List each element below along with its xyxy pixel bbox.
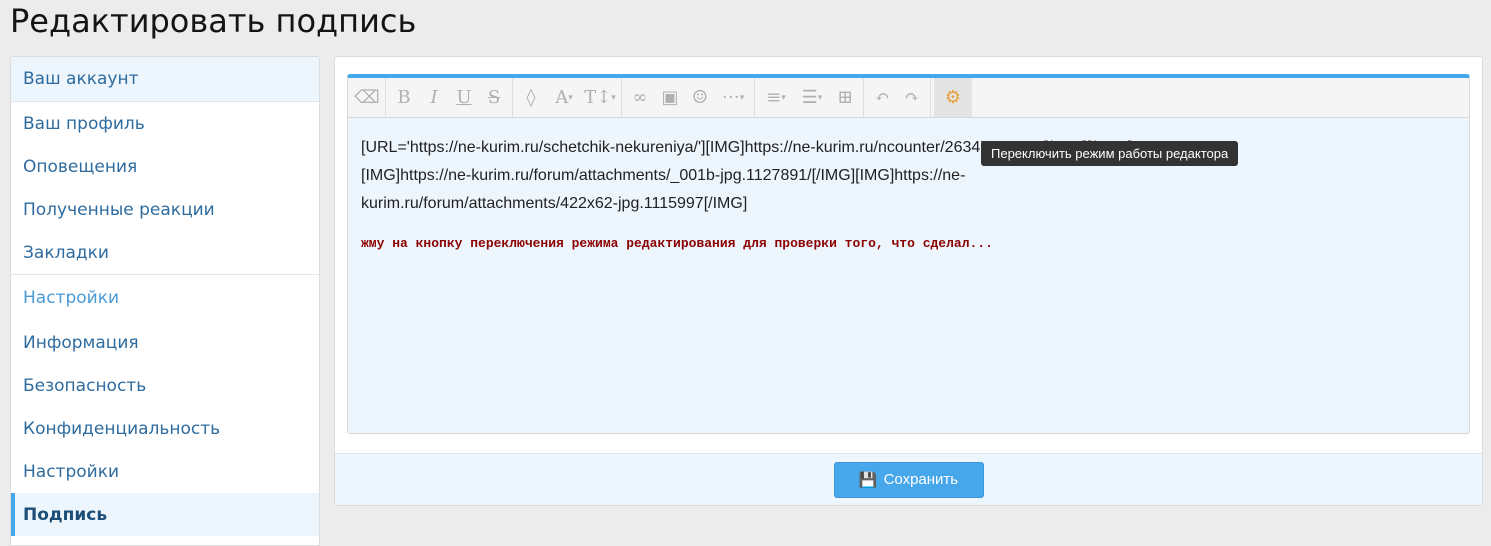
more-icon[interactable]: ⋯ ▾ xyxy=(715,78,751,117)
undo-icon[interactable]: ↶ xyxy=(867,78,897,117)
sidebar-item-security[interactable]: Безопасность xyxy=(11,364,319,407)
font-size-icon[interactable]: T↕ ▾ xyxy=(582,78,618,117)
editor-content[interactable]: [URL='https://ne-kurim.ru/schetchik-neku… xyxy=(348,118,1469,274)
save-icon: 💾 xyxy=(858,471,878,489)
underline-icon[interactable]: U xyxy=(449,78,479,117)
sidebar-item-reactions[interactable]: Полученные реакции xyxy=(11,188,319,231)
content-line: [IMG]https://ne-kurim.ru/forum/attachmen… xyxy=(361,167,966,184)
link-icon[interactable]: ∞ xyxy=(625,78,655,117)
sidebar-item-bookmarks[interactable]: Закладки xyxy=(11,231,319,274)
italic-icon[interactable]: I xyxy=(419,78,449,117)
eraser-icon[interactable]: ⌫ xyxy=(352,78,382,117)
sidebar-item-signature[interactable]: Подпись xyxy=(11,493,319,536)
sidebar-header-account[interactable]: Ваш аккаунт xyxy=(11,57,319,102)
sidebar-item-alerts[interactable]: Оповещения xyxy=(11,145,319,188)
content-note: жму на кнопку переключения режима редакт… xyxy=(361,236,993,251)
sidebar: Ваш аккаунт Ваш профиль Оповещения Получ… xyxy=(10,56,320,546)
sidebar-header-settings[interactable]: Настройки xyxy=(11,274,319,321)
sidebar-item-information[interactable]: Информация xyxy=(11,321,319,364)
toggle-mode-icon[interactable]: ⚙ xyxy=(934,78,972,117)
list-icon[interactable]: ☰ ▾ xyxy=(794,78,830,117)
rich-text-editor: ⌫ B I U S ◊ A ▾ T↕ ▾ ∞ ▣ ☺ ⋯ ▾ ≡ ▾ ☰ ▾ ⊞ ↶ ↷ … xyxy=(347,74,1470,434)
font-family-icon[interactable]: A ▾ xyxy=(546,78,582,117)
strikethrough-icon[interactable]: S xyxy=(479,78,509,117)
content-line: [URL='https://ne-kurim.ru/schetchik-neku… xyxy=(361,139,1133,156)
main-panel: ⌫ B I U S ◊ A ▾ T↕ ▾ ∞ ▣ ☺ ⋯ ▾ ≡ ▾ ☰ ▾ ⊞ ↶ ↷ … xyxy=(334,56,1483,506)
color-icon[interactable]: ◊ xyxy=(516,78,546,117)
image-icon[interactable]: ▣ xyxy=(655,78,685,117)
editor-toolbar: ⌫ B I U S ◊ A ▾ T↕ ▾ ∞ ▣ ☺ ⋯ ▾ ≡ ▾ ☰ ▾ ⊞ ↶ ↷ … xyxy=(348,78,1469,118)
bold-icon[interactable]: B xyxy=(389,78,419,117)
content-line: kurim.ru/forum/attachments/422x62-jpg.11… xyxy=(361,195,748,212)
save-button[interactable]: 💾 Сохранить xyxy=(833,461,984,498)
sidebar-item-privacy[interactable]: Конфиденциальность xyxy=(11,407,319,450)
table-icon[interactable]: ⊞ xyxy=(830,78,860,117)
smiley-icon[interactable]: ☺ xyxy=(685,78,715,117)
align-icon[interactable]: ≡ ▾ xyxy=(758,78,794,117)
sidebar-item-preferences[interactable]: Настройки xyxy=(11,450,319,493)
tooltip: Переключить режим работы редактора xyxy=(981,141,1239,166)
form-footer: 💾 Сохранить xyxy=(335,453,1482,505)
save-label: Сохранить xyxy=(883,471,959,488)
page-title: Редактировать подпись xyxy=(10,2,417,40)
redo-icon[interactable]: ↷ xyxy=(897,78,927,117)
sidebar-item-profile[interactable]: Ваш профиль xyxy=(11,102,319,145)
